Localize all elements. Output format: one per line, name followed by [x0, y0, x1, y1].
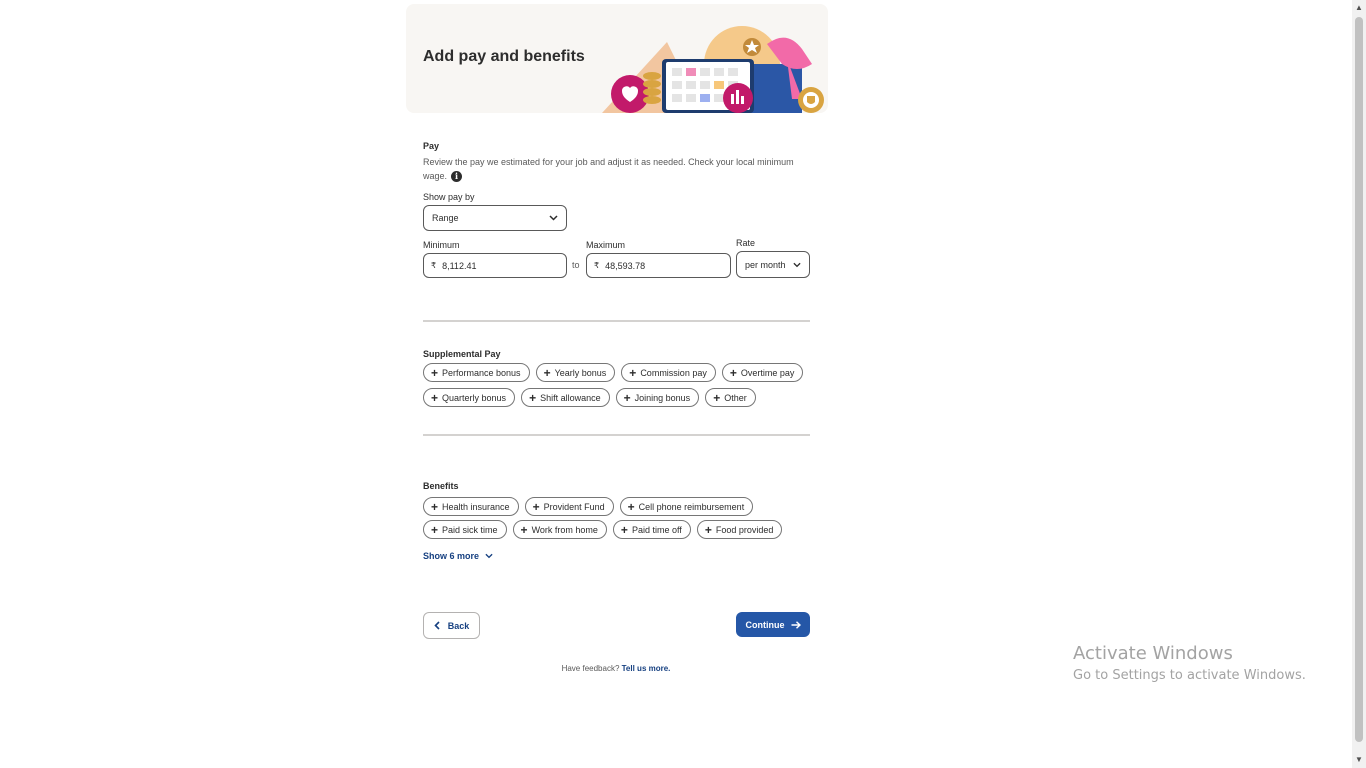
show-more-label: Show 6 more	[423, 551, 480, 561]
back-label: Back	[447, 620, 470, 631]
feedback-link[interactable]: Tell us more.	[622, 664, 671, 673]
to-label: to	[572, 260, 580, 270]
chip-overtime-pay[interactable]: + Overtime pay	[721, 363, 804, 382]
chip-label: Shift allowance	[540, 392, 601, 403]
plus-icon: +	[620, 522, 628, 537]
plus-icon: +	[713, 390, 721, 405]
maximum-pay-value: 48,593.78	[605, 260, 646, 271]
rupee-icon: ₹	[431, 261, 437, 270]
chip-provident-fund[interactable]: + Provident Fund	[524, 497, 614, 516]
continue-label: Continue	[745, 619, 785, 630]
pay-description: Review the pay we estimated for your job…	[423, 155, 794, 183]
chip-label: Yearly bonus	[554, 367, 607, 378]
header-banner: Add pay and benefits	[406, 4, 828, 113]
show-pay-by-value: Range	[432, 213, 459, 223]
watermark-line1: Activate Windows	[1073, 643, 1233, 664]
maximum-label: Maximum	[586, 240, 626, 250]
feedback-text: Have feedback? Tell us more.	[0, 664, 1232, 673]
rate-label: Rate	[736, 238, 756, 248]
minimum-pay-input[interactable]: ₹ 8,112.41	[423, 253, 567, 278]
pay-description-line2: wage.	[423, 171, 448, 181]
chip-cell-phone-reimbursement[interactable]: + Cell phone reimbursement	[619, 497, 754, 516]
rupee-icon: ₹	[594, 261, 600, 270]
chip-label: Quarterly bonus	[442, 392, 507, 403]
feedback-prefix: Have feedback?	[561, 664, 620, 673]
chip-label: Other	[724, 392, 747, 403]
watermark-line2: Go to Settings to activate Windows.	[1073, 668, 1306, 683]
plus-icon: +	[431, 365, 439, 380]
chip-label: Health insurance	[442, 501, 510, 512]
show-more-benefits-link[interactable]: Show 6 more	[423, 551, 493, 561]
chevron-left-icon	[434, 621, 440, 630]
chip-work-from-home[interactable]: + Work from home	[512, 520, 607, 539]
chip-label: Work from home	[531, 524, 598, 535]
pay-description-line1: Review the pay we estimated for your job…	[423, 157, 794, 167]
minimum-label: Minimum	[423, 240, 460, 250]
chip-label: Joining bonus	[634, 392, 691, 403]
plus-icon: +	[704, 522, 712, 537]
supplemental-pay-title: Supplemental Pay	[423, 349, 501, 359]
info-icon[interactable]: i	[451, 171, 463, 183]
show-pay-by-select[interactable]: Range	[423, 205, 567, 231]
chip-label: Performance bonus	[442, 367, 521, 378]
chevron-down-icon	[793, 262, 801, 267]
chevron-down-icon	[549, 215, 558, 221]
divider	[423, 320, 810, 322]
chip-shift-allowance[interactable]: + Shift allowance	[521, 388, 610, 407]
chip-paid-sick-time[interactable]: + Paid sick time	[423, 520, 507, 539]
chip-label: Paid time off	[631, 524, 682, 535]
plus-icon: +	[623, 390, 631, 405]
continue-button[interactable]: Continue	[736, 612, 810, 637]
divider	[423, 434, 810, 436]
chip-health-insurance[interactable]: + Health insurance	[423, 497, 519, 516]
rate-select[interactable]: per month	[736, 251, 810, 278]
chip-joining-bonus[interactable]: + Joining bonus	[615, 388, 700, 407]
plus-icon: +	[629, 365, 637, 380]
scroll-thumb[interactable]	[1355, 17, 1363, 742]
chip-label: Paid sick time	[442, 524, 498, 535]
scroll-down-icon[interactable]: ▼	[1354, 755, 1364, 765]
chip-commission-pay[interactable]: + Commission pay	[621, 363, 716, 382]
plus-icon: +	[543, 365, 551, 380]
plus-icon: +	[431, 522, 439, 537]
page-title: Add pay and benefits	[423, 48, 585, 65]
minimum-pay-value: 8,112.41	[442, 260, 477, 271]
plus-icon: +	[520, 522, 528, 537]
chip-performance-bonus[interactable]: + Performance bonus	[423, 363, 530, 382]
benefits-title: Benefits	[423, 481, 459, 491]
chip-label: Commission pay	[640, 367, 707, 378]
plus-icon: +	[529, 390, 537, 405]
chip-label: Overtime pay	[740, 367, 795, 378]
supplemental-row-2: + Quarterly bonus + Shift allowance + Joini…	[423, 388, 756, 407]
supplemental-row-1: + Performance bonus + Yearly bonus + Commis…	[423, 363, 804, 382]
chip-label: Provident Fund	[543, 501, 605, 512]
plus-icon: +	[532, 499, 540, 514]
plus-icon: +	[431, 499, 439, 514]
benefits-row-1: + Health insurance + Provident Fund + Cell …	[423, 497, 754, 516]
benefits-row-2: + Paid sick time + Work from home + Paid ti…	[423, 520, 783, 539]
windows-activation-watermark: Activate Windows Go to Settings to activ…	[1073, 643, 1306, 683]
chip-label: Cell phone reimbursement	[638, 501, 745, 512]
plus-icon: +	[729, 365, 737, 380]
chip-paid-time-off[interactable]: + Paid time off	[612, 520, 691, 539]
pay-benefits-illustration	[602, 26, 824, 113]
maximum-pay-input[interactable]: ₹ 48,593.78	[586, 253, 731, 278]
rate-value: per month	[745, 259, 786, 270]
chip-yearly-bonus[interactable]: + Yearly bonus	[535, 363, 616, 382]
scroll-up-icon[interactable]: ▲	[1354, 3, 1364, 13]
pay-section-title: Pay	[423, 141, 440, 151]
chip-food-provided[interactable]: + Food provided	[696, 520, 783, 539]
chip-other[interactable]: + Other	[705, 388, 756, 407]
plus-icon: +	[627, 499, 635, 514]
arrow-right-icon	[791, 620, 801, 629]
chip-quarterly-bonus[interactable]: + Quarterly bonus	[423, 388, 516, 407]
chip-label: Food provided	[715, 524, 774, 535]
vertical-scrollbar[interactable]: ▲ ▼	[1352, 0, 1366, 768]
chevron-down-icon	[485, 553, 493, 559]
back-button[interactable]: Back	[423, 612, 480, 639]
plus-icon: +	[431, 390, 439, 405]
show-pay-by-label: Show pay by	[423, 192, 475, 202]
page: Add pay and benefits Pay Review the pay …	[0, 0, 1352, 768]
